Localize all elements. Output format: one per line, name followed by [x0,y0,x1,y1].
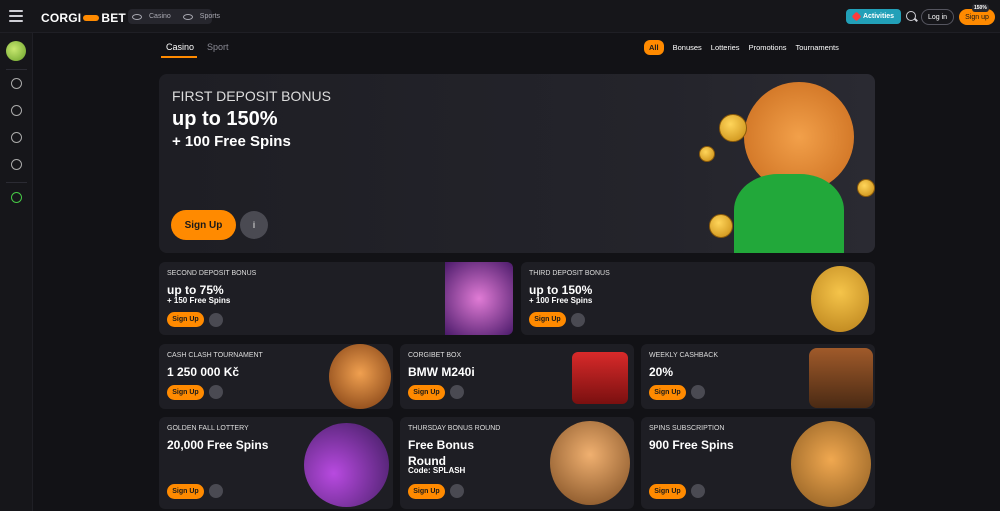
tab-sports[interactable]: Sports [179,13,228,20]
hero-headline: up to 150% [172,108,278,130]
menu-icon[interactable] [9,10,23,22]
coin-icon [857,179,875,197]
filter-bar: All Bonuses Lotteries Promotions Tournam… [644,40,839,55]
info-icon[interactable] [209,385,223,399]
logo-text-left: CORGI [41,11,82,25]
promo-card[interactable]: WEEKLY CASHBACK 20% Sign Up [641,344,875,409]
active-tab-indicator [161,56,197,58]
corgi-pink-image [445,262,513,335]
divider [6,182,27,183]
corgi-gold-image [811,266,869,332]
logo-text-right: BET [101,11,126,25]
card-signup-button[interactable]: Sign Up [649,484,686,499]
card-subtitle: + 150 Free Spins [167,296,231,305]
coin-icon [719,114,747,142]
top-bar: CORGI BET Casino Sports Activities Log in… [0,0,1000,33]
soccer-ball-icon[interactable] [11,132,22,143]
activities-label: Activities [862,13,895,20]
tab-casino[interactable]: Casino [166,42,194,52]
live-icon[interactable] [11,105,22,116]
hero-signup-button[interactable]: Sign Up [171,210,236,240]
coin-icon [709,214,733,238]
card-headline: 1 250 000 Kč [167,365,240,379]
promo-card[interactable]: THURSDAY BONUS ROUND Free Bonus Round Co… [400,417,634,509]
card-signup-button[interactable]: Sign Up [167,484,204,499]
coin-icon [699,146,715,162]
corgi-laurel-image [791,421,871,507]
tab-sports-label: Sports [199,13,221,20]
card-signup-button[interactable]: Sign Up [408,484,445,499]
info-icon[interactable] [450,385,464,399]
card-subtitle: Code: SPLASH [408,466,466,475]
hero-subtitle: + 100 Free Spins [172,133,291,150]
card-label: CASH CLASH TOURNAMENT [167,352,263,359]
promo-card[interactable]: CASH CLASH TOURNAMENT 1 250 000 Kč Sign … [159,344,393,409]
card-headline: 20,000 Free Spins [167,438,269,452]
card-headline: Free Bonus Round [408,438,475,468]
cherries-icon[interactable] [11,78,22,89]
card-signup-button[interactable]: Sign Up [529,312,566,327]
info-icon[interactable] [209,313,223,327]
cashback-house-image [809,348,873,408]
filter-tournaments[interactable]: Tournaments [796,43,839,52]
corgi-tuxedo-image [329,344,391,409]
card-label: THURSDAY BONUS ROUND [408,425,501,432]
bone-icon [83,15,100,21]
info-icon[interactable]: i [240,211,268,239]
activities-button[interactable]: Activities [846,9,901,24]
search-icon[interactable] [906,11,916,21]
gift-box-image [572,352,628,404]
info-icon[interactable] [450,484,464,498]
promo-card[interactable]: GOLDEN FALL LOTTERY 20,000 Free Spins Si… [159,417,393,509]
card-label: WEEKLY CASHBACK [649,352,718,359]
filter-bonuses[interactable]: Bonuses [673,43,702,52]
promo-card[interactable]: CORGIBET BOX BMW M240i Sign Up [400,344,634,409]
hero-title: FIRST DEPOSIT BONUS [172,88,331,104]
card-headline: 20% [649,365,674,379]
avatar[interactable] [6,41,26,61]
filter-promotions[interactable]: Promotions [749,43,787,52]
card-signup-button[interactable]: Sign Up [408,385,445,400]
filter-all[interactable]: All [644,40,664,55]
card-subtitle: + 100 Free Spins [529,296,593,305]
product-switch: Casino Sports [128,9,220,24]
promo-card[interactable]: SPINS SUBSCRIPTION 900 Free Spins Sign U… [641,417,875,509]
section-tabs: Casino Sport [166,42,229,52]
card-signup-button[interactable]: Sign Up [649,385,686,400]
headset-icon[interactable] [11,192,22,203]
card-headline: BMW M240i [408,365,475,379]
hoodie-image [734,174,844,253]
info-icon[interactable] [691,385,705,399]
info-icon[interactable] [691,484,705,498]
signup-badge: 150% [972,4,989,12]
logo[interactable]: CORGI BET [41,11,126,25]
card-label: CORGIBET BOX [408,352,462,359]
info-icon[interactable] [571,313,585,327]
corgi-chef-image [550,421,630,505]
login-button[interactable]: Log in [921,9,954,25]
cherries-icon [132,13,142,20]
corgi-wizard-image [304,423,389,507]
divider [6,69,27,70]
promo-card[interactable]: SECOND DEPOSIT BONUS up to 75% + 150 Fre… [159,262,513,335]
tab-casino-label: Casino [149,13,171,20]
card-label: SPINS SUBSCRIPTION [649,425,725,432]
card-signup-button[interactable]: Sign Up [167,385,204,400]
card-headline: 900 Free Spins [649,438,734,452]
soccer-ball-icon [182,13,193,20]
filter-lotteries[interactable]: Lotteries [711,43,740,52]
sidebar [0,33,33,511]
card-signup-button[interactable]: Sign Up [167,312,204,327]
card-label: SECOND DEPOSIT BONUS [167,270,257,277]
gamepad-icon[interactable] [11,159,22,170]
promo-card[interactable]: THIRD DEPOSIT BONUS up to 150% + 100 Fre… [521,262,875,335]
card-label: GOLDEN FALL LOTTERY [167,425,249,432]
rocket-icon [851,11,862,22]
hero-banner: FIRST DEPOSIT BONUS up to 150% + 100 Fre… [159,74,875,253]
tab-sport[interactable]: Sport [207,42,229,52]
info-icon[interactable] [209,484,223,498]
tab-casino[interactable]: Casino [128,13,179,20]
card-label: THIRD DEPOSIT BONUS [529,270,610,277]
